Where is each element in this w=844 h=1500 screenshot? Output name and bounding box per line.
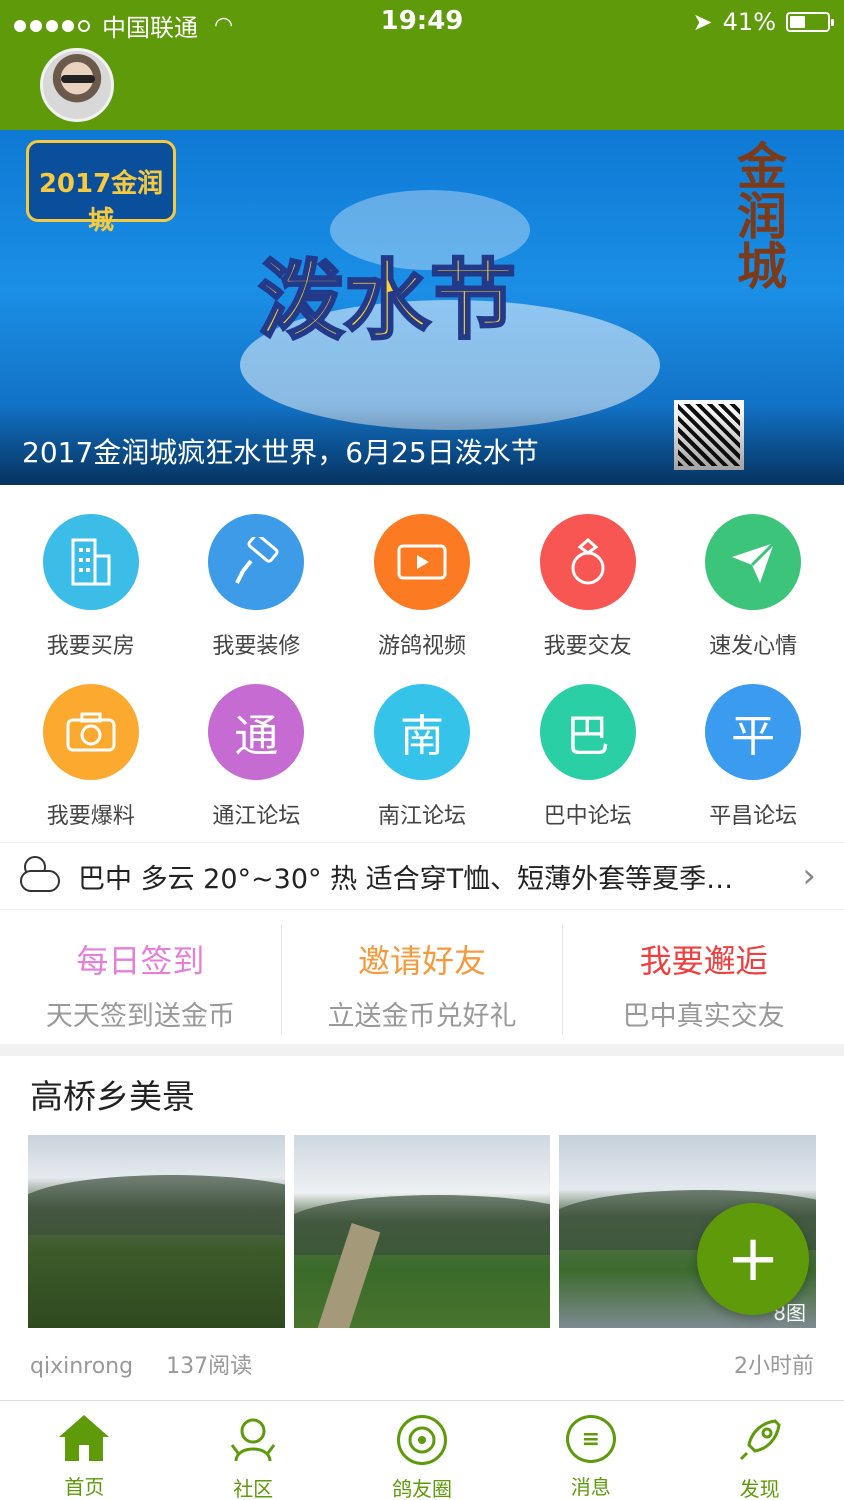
tab-label: 消息 bbox=[570, 1475, 611, 1499]
event-badge: 2017金润城 bbox=[26, 140, 176, 236]
weather-text: 巴中 多云 20°~30° 热 适合穿T恤、短薄外套等夏季… bbox=[78, 863, 734, 895]
article-photos[interactable]: 8图 bbox=[28, 1135, 817, 1328]
event-badge-text: 2017金润城 bbox=[38, 169, 164, 236]
grid-label: 通江论坛 bbox=[212, 804, 301, 829]
grid-label: 我要装修 bbox=[212, 634, 301, 659]
article-photo[interactable] bbox=[293, 1135, 551, 1328]
grid-row: 我要买房 我要装修 游鸽视频 我要交友 速发心情 bbox=[0, 500, 844, 670]
grid-item-buy-house[interactable]: 我要买房 bbox=[11, 500, 171, 670]
article-title[interactable]: 高桥乡美景 bbox=[30, 1070, 195, 1118]
tab-label: 首页 bbox=[64, 1475, 105, 1499]
paper-plane-icon bbox=[705, 514, 802, 610]
home-roof bbox=[59, 1415, 110, 1437]
paint-roller-icon bbox=[208, 514, 305, 610]
grid-label: 游鸽视频 bbox=[377, 634, 466, 659]
pigeon-circle-icon bbox=[396, 1415, 447, 1465]
grid-label: 平昌论坛 bbox=[709, 804, 798, 829]
quick-subtitle: 立送金币兑好礼 bbox=[327, 1001, 517, 1032]
top-header: 中国联通 ◠ 19:49 ➤ 41% bbox=[0, 0, 844, 130]
grid-item-nanjiang-forum[interactable]: 南 南江论坛 bbox=[342, 670, 502, 840]
weather-bar[interactable]: 巴中 多云 20°~30° 热 适合穿T恤、短薄外套等夏季… › bbox=[0, 842, 844, 910]
quick-actions: 每日签到 天天签到送金币 邀请好友 立送金币兑好礼 我要邂逅 巴中真实交友 bbox=[0, 924, 844, 1034]
battery-fill bbox=[790, 16, 805, 28]
grid-label: 我要买房 bbox=[46, 634, 135, 659]
article-meta: qixinrong 137阅读 2小时前 bbox=[30, 1348, 814, 1380]
banner-caption: 2017金润城疯狂水世界，6月25日泼水节 bbox=[22, 436, 539, 469]
camera-icon bbox=[42, 684, 139, 780]
tab-label: 鸽友圈 bbox=[391, 1477, 452, 1500]
article-photo[interactable] bbox=[28, 1135, 285, 1328]
mountain-ridge bbox=[28, 1175, 285, 1235]
quick-subtitle: 巴中真实交友 bbox=[622, 1001, 785, 1032]
grid-item-report[interactable]: 我要爆料 bbox=[11, 670, 171, 840]
banner-headline: 泼水节 bbox=[257, 250, 518, 353]
quick-title: 我要邂逅 bbox=[639, 942, 768, 980]
grid-item-post-mood[interactable]: 速发心情 bbox=[673, 500, 833, 670]
forum-char-icon: 南 bbox=[373, 684, 470, 780]
invite-friends-card[interactable]: 邀请好友 立送金币兑好礼 bbox=[282, 924, 564, 1034]
home-icon bbox=[59, 1415, 110, 1463]
ring-icon bbox=[539, 514, 636, 610]
avatar-glasses bbox=[61, 75, 95, 83]
grid-item-make-friends[interactable]: 我要交友 bbox=[508, 500, 668, 670]
grid-label: 南江论坛 bbox=[377, 804, 466, 829]
tab-label: 社区 bbox=[233, 1477, 274, 1500]
tab-messages[interactable]: ≡ 消息 bbox=[506, 1401, 675, 1500]
forum-char-icon: 通 bbox=[208, 684, 305, 780]
quick-title: 邀请好友 bbox=[358, 942, 487, 980]
grid-item-video[interactable]: 游鸽视频 bbox=[342, 500, 502, 670]
article-time: 2小时前 bbox=[734, 1354, 814, 1379]
cloud-shape bbox=[20, 870, 60, 892]
feature-grid: 我要买房 我要装修 游鸽视频 我要交友 速发心情 我要爆料 通 通江论坛 南 南… bbox=[0, 500, 844, 840]
grid-item-renovate[interactable]: 我要装修 bbox=[176, 500, 336, 670]
location-arrow-icon: ➤ bbox=[692, 8, 713, 36]
grid-label: 我要爆料 bbox=[46, 804, 135, 829]
tab-community[interactable]: 社区 bbox=[169, 1401, 338, 1500]
article-reads: 137阅读 bbox=[166, 1354, 253, 1379]
status-right: ➤ 41% bbox=[692, 8, 834, 36]
chevron-right-icon: › bbox=[802, 856, 816, 896]
forum-char-icon: 巴 bbox=[539, 684, 636, 780]
article-author[interactable]: qixinrong bbox=[30, 1354, 133, 1379]
quick-title: 每日签到 bbox=[76, 942, 205, 980]
daily-checkin-card[interactable]: 每日签到 天天签到送金币 bbox=[0, 924, 282, 1034]
rocket-icon bbox=[735, 1415, 785, 1465]
message-icon: ≡ bbox=[565, 1415, 616, 1463]
tab-home[interactable]: 首页 bbox=[0, 1401, 169, 1500]
battery-percent: 41% bbox=[722, 8, 776, 36]
encounter-card[interactable]: 我要邂逅 巴中真实交友 bbox=[563, 924, 844, 1034]
community-icon bbox=[228, 1415, 278, 1465]
section-divider bbox=[0, 1044, 844, 1056]
forum-char-icon: 平 bbox=[705, 684, 802, 780]
grid-item-pingchang-forum[interactable]: 平 平昌论坛 bbox=[673, 670, 833, 840]
video-icon bbox=[373, 514, 470, 610]
grid-row: 我要爆料 通 通江论坛 南 南江论坛 巴 巴中论坛 平 平昌论坛 bbox=[0, 670, 844, 840]
tab-pigeon-circle[interactable]: 鸽友圈 bbox=[338, 1401, 507, 1500]
tab-label: 发现 bbox=[739, 1477, 780, 1500]
compose-fab[interactable]: + bbox=[697, 1203, 809, 1315]
grid-label: 巴中论坛 bbox=[543, 804, 632, 829]
brand-logo: 金润城 bbox=[729, 140, 787, 290]
grid-item-bazhong-forum[interactable]: 巴 巴中论坛 bbox=[508, 670, 668, 840]
user-avatar[interactable] bbox=[40, 48, 114, 122]
mountain-ridge bbox=[293, 1195, 551, 1255]
grid-label: 速发心情 bbox=[709, 634, 798, 659]
bottom-tab-bar: 首页 社区 鸽友圈 ≡ 消息 发现 bbox=[0, 1400, 844, 1500]
building-icon bbox=[42, 514, 139, 610]
tab-discover[interactable]: 发现 bbox=[675, 1401, 844, 1500]
status-bar: 中国联通 ◠ 19:49 ➤ 41% bbox=[0, 0, 844, 44]
quick-subtitle: 天天签到送金币 bbox=[45, 1001, 235, 1032]
partly-cloudy-icon bbox=[18, 856, 62, 896]
battery-icon bbox=[786, 12, 834, 32]
promo-banner[interactable]: 2017金润城 泼水节 金润城 2017金润城疯狂水世界，6月25日泼水节 bbox=[0, 130, 844, 485]
grid-label: 我要交友 bbox=[543, 634, 632, 659]
grid-item-tongjiang-forum[interactable]: 通 通江论坛 bbox=[176, 670, 336, 840]
home-door bbox=[79, 1445, 90, 1461]
